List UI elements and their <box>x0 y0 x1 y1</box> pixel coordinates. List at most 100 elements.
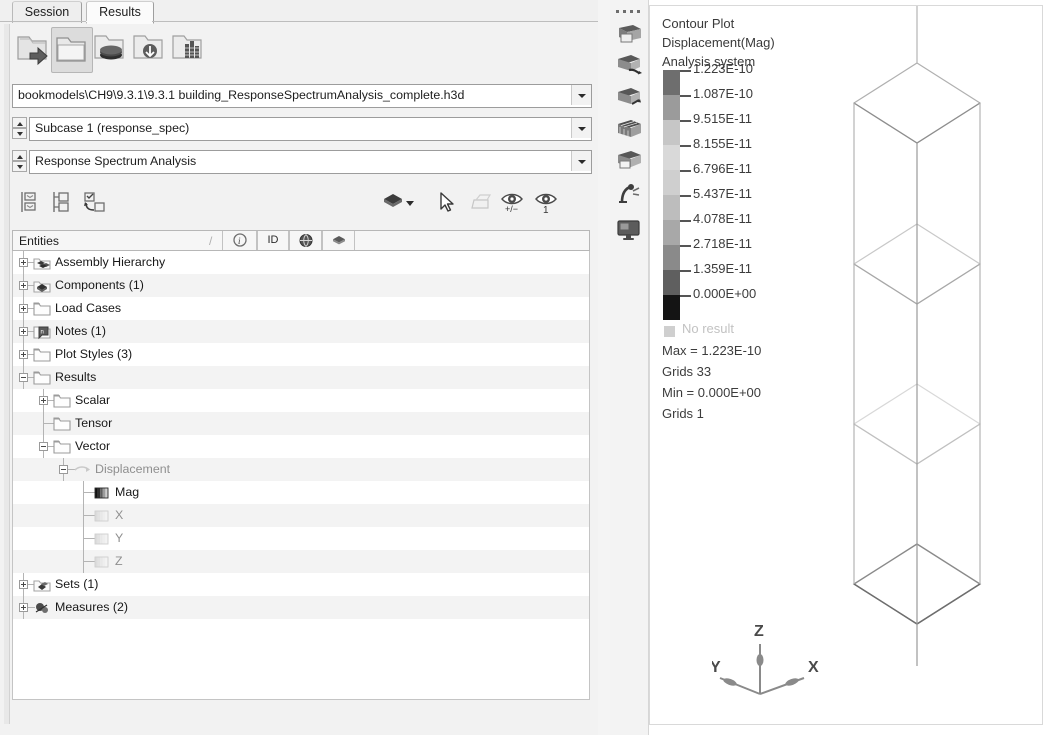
active-tab-notch <box>86 21 152 22</box>
expand-toggle-icon[interactable] <box>19 580 28 589</box>
collapse-toggle-icon[interactable] <box>39 442 48 451</box>
vector-icon <box>73 461 91 478</box>
building-wireframe-model[interactable] <box>650 6 1042 724</box>
axis-label-z: Z <box>754 623 764 640</box>
pointer-tool-button[interactable] <box>432 190 460 216</box>
contour-bars-icon <box>93 484 111 501</box>
display-panel-button[interactable] <box>615 218 643 244</box>
subcase-value: Subcase 1 (response_spec) <box>35 121 190 135</box>
tree-row[interactable]: Scalar <box>13 389 589 412</box>
model-canvas[interactable]: Contour Plot Displacement(Mag) Analysis … <box>649 5 1043 725</box>
folder-database-button[interactable] <box>90 27 130 71</box>
tree-row[interactable]: Results <box>13 366 589 389</box>
expand-toggle-icon[interactable] <box>19 281 28 290</box>
svg-text:i: i <box>238 236 241 246</box>
column-color[interactable] <box>289 231 322 250</box>
expand-toggle-icon[interactable] <box>19 603 28 612</box>
analysis-type-select[interactable]: Response Spectrum Analysis <box>29 150 592 174</box>
deformed-panel-button[interactable] <box>615 148 643 174</box>
open-folder-button[interactable] <box>51 27 93 73</box>
chevron-down-icon[interactable] <box>404 190 416 216</box>
cube-icon <box>333 236 345 245</box>
section-cut-button[interactable] <box>615 116 643 142</box>
analysis-step-up[interactable] <box>12 150 27 161</box>
show-only-button[interactable]: 1 <box>534 190 562 216</box>
iso-panel-button[interactable] <box>615 52 643 78</box>
model-file-select[interactable]: bookmodels\CH9\9.3.1\9.3.1 building_Resp… <box>12 84 592 108</box>
tree-row[interactable]: X <box>13 504 589 527</box>
collapse-toggle-icon[interactable] <box>59 465 68 474</box>
tree-row[interactable]: n Notes (1) <box>13 320 589 343</box>
tree-row-label: Tensor <box>75 416 113 430</box>
entities-column-title: Entities <box>19 234 59 248</box>
tree-row-label: Sets (1) <box>55 577 99 591</box>
section-cut-icon <box>618 120 641 138</box>
axis-label-y: Y <box>712 659 721 676</box>
tree-row[interactable]: Plot Styles (3) <box>13 343 589 366</box>
show-hide-button[interactable]: +/− <box>500 190 528 216</box>
folder-import-button[interactable] <box>129 27 169 71</box>
application-window: Session Results bookmodels\CH9\9.3.1\9.3… <box>0 0 1043 735</box>
tree-row-label: Load Cases <box>55 301 122 315</box>
sets-icon <box>33 576 51 593</box>
vector-panel-button[interactable] <box>615 84 643 110</box>
tracing-panel-button[interactable] <box>615 182 643 208</box>
load-model-button[interactable] <box>12 27 52 71</box>
entities-header: Entities / i ID <box>12 230 590 251</box>
sync-tree-button[interactable] <box>82 190 110 216</box>
panel-divider[interactable] <box>598 0 610 735</box>
tree-row[interactable]: Components (1) <box>13 274 589 297</box>
axis-label-x: X <box>808 659 819 676</box>
contour-bars-icon <box>93 530 111 547</box>
sort-marker: / <box>209 234 213 248</box>
expand-toggle-icon[interactable] <box>19 350 28 359</box>
tab-session[interactable]: Session <box>12 1 82 23</box>
isolate-button[interactable] <box>470 190 498 216</box>
tree-toolbar: +/− 1 <box>0 188 600 222</box>
analysis-stepper[interactable] <box>12 150 27 172</box>
tree-row-label: Measures (2) <box>55 600 128 614</box>
chevron-down-icon[interactable] <box>571 151 591 171</box>
folder-model-button[interactable] <box>168 27 208 71</box>
deformed-shape-icon <box>618 151 641 169</box>
expand-all-button[interactable] <box>18 190 46 216</box>
tree-row[interactable]: Sets (1) <box>13 573 589 596</box>
tree-row[interactable]: Load Cases <box>13 297 589 320</box>
axis-triad[interactable]: Z X Y <box>712 616 842 716</box>
subcase-stepper[interactable] <box>12 117 27 139</box>
analysis-step-down[interactable] <box>12 161 27 172</box>
contour-panel-button[interactable] <box>615 22 643 48</box>
expand-toggle-icon[interactable] <box>19 327 28 336</box>
contour-panel-icon <box>619 25 641 43</box>
tree-row[interactable]: Displacement <box>13 458 589 481</box>
tree-row[interactable]: Tensor <box>13 412 589 435</box>
tree-row-label: Y <box>115 531 124 545</box>
graphics-area-panel: Contour Plot Displacement(Mag) Analysis … <box>610 0 1043 735</box>
tree-row[interactable]: Mag <box>13 481 589 504</box>
column-id[interactable]: ID <box>257 231 289 250</box>
column-display[interactable] <box>322 231 355 250</box>
chevron-down-icon[interactable] <box>571 118 591 138</box>
subcase-step-up[interactable] <box>12 117 27 128</box>
expand-toggle-icon[interactable] <box>19 258 28 267</box>
tree-row[interactable]: Y <box>13 527 589 550</box>
tree-row-label: Assembly Hierarchy <box>55 255 166 269</box>
entities-tree[interactable]: Assembly Hierarchy Components (1) Load Cas… <box>12 251 590 700</box>
tree-row-label: Components (1) <box>55 278 144 292</box>
tree-row[interactable]: Measures (2) <box>13 596 589 619</box>
collapse-all-button[interactable] <box>50 190 78 216</box>
folder-icon <box>33 369 51 386</box>
subcase-select[interactable]: Subcase 1 (response_spec) <box>29 117 592 141</box>
panel-left-edge <box>4 24 10 724</box>
collapse-toggle-icon[interactable] <box>19 373 28 382</box>
column-info[interactable]: i <box>222 231 257 250</box>
tree-row[interactable]: Assembly Hierarchy <box>13 251 589 274</box>
toolbar-drag-handle[interactable] <box>616 10 642 15</box>
tree-row[interactable]: Z <box>13 550 589 573</box>
expand-toggle-icon[interactable] <box>19 304 28 313</box>
expand-toggle-icon[interactable] <box>39 396 48 405</box>
svg-text:+/−: +/− <box>505 204 518 214</box>
chevron-down-icon[interactable] <box>571 85 591 105</box>
subcase-step-down[interactable] <box>12 128 27 139</box>
tree-row[interactable]: Vector <box>13 435 589 458</box>
